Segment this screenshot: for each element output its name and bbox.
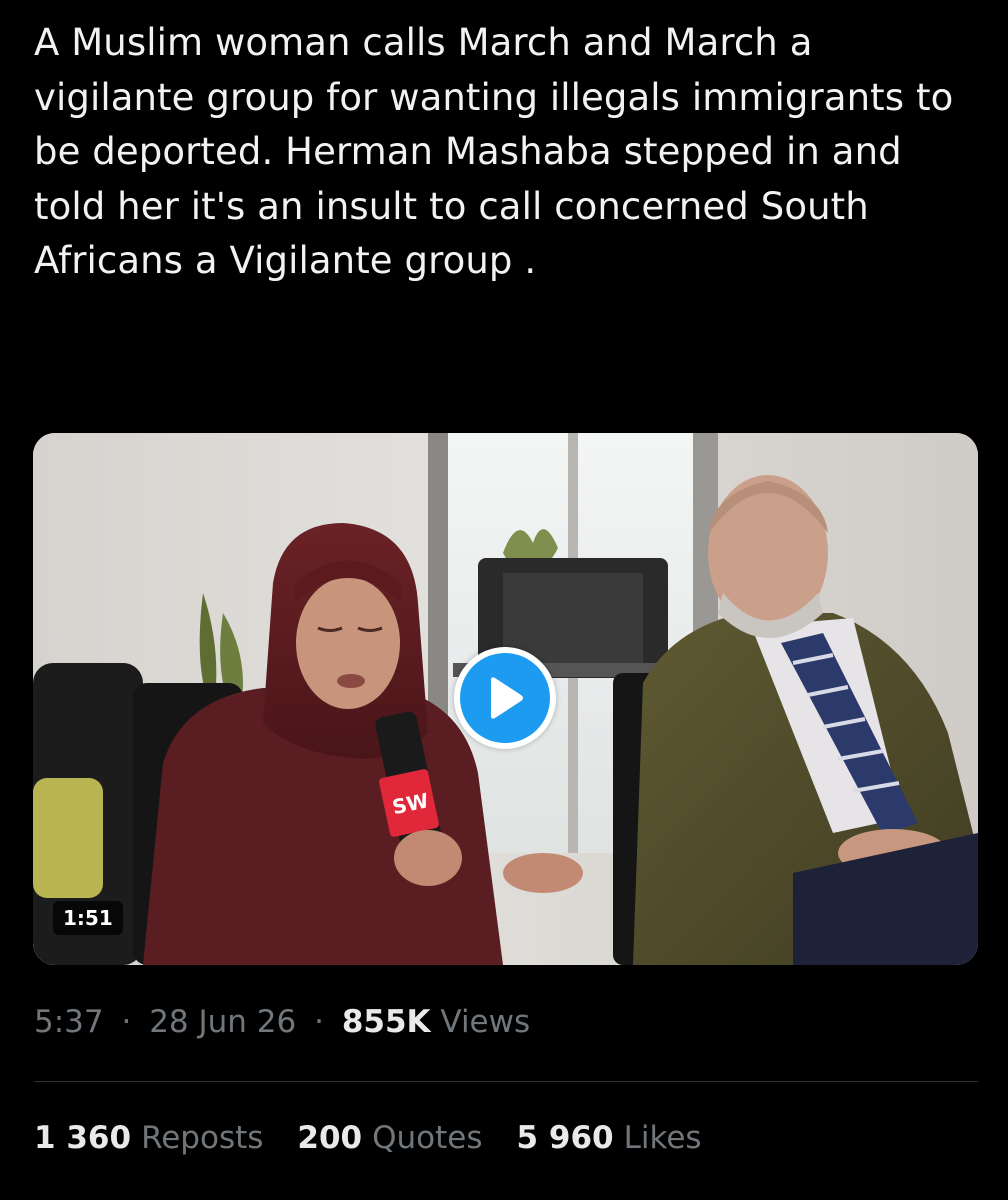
video-duration-badge: 1:51	[53, 901, 123, 935]
play-icon	[491, 677, 523, 719]
engagement-stats: 1 360 Reposts 200 Quotes 5 960 Likes	[34, 1120, 702, 1156]
reposts-count: 1 360	[34, 1120, 132, 1156]
play-button-circle	[460, 653, 550, 743]
quotes-count: 200	[297, 1120, 363, 1156]
meta-separator: ·	[121, 1004, 132, 1040]
meta-separator: ·	[314, 1004, 324, 1040]
post-meta: 5:37 · 28 Jun 26 · 855K Views	[34, 1004, 530, 1040]
play-button[interactable]	[454, 647, 556, 749]
post-date[interactable]: 28 Jun 26	[149, 1004, 296, 1040]
reposts-label: Reposts	[141, 1120, 264, 1156]
likes-stat[interactable]: 5 960 Likes	[517, 1120, 702, 1156]
quotes-label: Quotes	[372, 1120, 483, 1156]
video-player[interactable]: SW 1:51	[33, 433, 978, 965]
likes-count: 5 960	[516, 1120, 614, 1156]
views-count: 855K	[341, 1004, 431, 1040]
views-label: Views	[440, 1004, 531, 1040]
post: A Muslim woman calls March and March a v…	[0, 0, 1008, 1200]
quotes-stat[interactable]: 200 Quotes	[297, 1120, 482, 1156]
post-text: A Muslim woman calls March and March a v…	[34, 21, 954, 282]
reposts-stat[interactable]: 1 360 Reposts	[34, 1120, 263, 1156]
likes-label: Likes	[623, 1120, 702, 1156]
post-time[interactable]: 5:37	[34, 1004, 104, 1040]
divider	[34, 1081, 978, 1082]
